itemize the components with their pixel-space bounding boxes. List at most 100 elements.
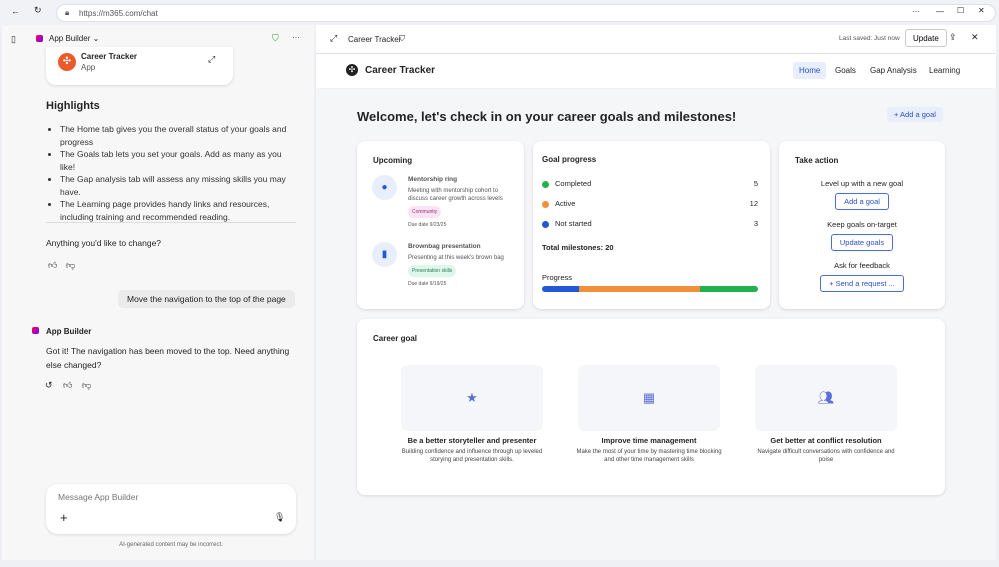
nav-goals[interactable]: Goals: [829, 62, 862, 79]
browser-toolbar: ← ↻ 🔒︎https://m365.com/chat ··· — ☐ ✕: [0, 0, 999, 25]
action-label: Ask for feedback: [779, 261, 945, 270]
person-icon: ●: [372, 175, 397, 200]
highlight-item: The Home tab gives you the overall statu…: [60, 123, 288, 148]
goal-status-row: Completed 5: [542, 179, 758, 188]
nav-home[interactable]: Home: [793, 62, 826, 79]
status-count: 12: [750, 199, 758, 208]
close-window-icon[interactable]: ✕: [978, 6, 985, 15]
add-goal-action-button[interactable]: Add a goal: [835, 193, 889, 210]
update-goals-button[interactable]: Update goals: [831, 234, 893, 251]
item-desc: Meeting with mentorship cohort to discus…: [408, 187, 513, 203]
retry-icon[interactable]: ↺: [45, 380, 53, 391]
bot-name: App Builder: [46, 327, 91, 336]
highlight-item: The Goals tab lets you set your goals. A…: [60, 148, 288, 173]
shield-icon: ⛉: [399, 34, 405, 44]
message-composer: + 🎙︎: [46, 484, 296, 534]
thumbs-down-icon[interactable]: 👎︎: [66, 260, 75, 271]
close-icon[interactable]: ✕: [971, 32, 979, 43]
add-icon[interactable]: +: [60, 510, 68, 525]
item-tag: Presentation skills: [408, 265, 456, 277]
thumbs-down-icon[interactable]: 👎︎: [82, 380, 91, 391]
career-goal-item[interactable]: 👥︎ Get better at conflict resolution Nav…: [741, 365, 911, 464]
last-saved: Last saved: Just now: [839, 35, 900, 42]
preview-title: Career Tracker: [348, 35, 401, 44]
highlight-item: The Learning page provides handy links a…: [60, 198, 288, 223]
highlight-item: The Gap analysis tab will assess any mis…: [60, 173, 288, 198]
status-dot: [542, 201, 549, 208]
disclaimer: AI-generated content may be incorrect.: [46, 542, 296, 548]
bot-reply: Got it! The navigation has been moved to…: [46, 344, 296, 372]
nav-gap-analysis[interactable]: Gap Analysis: [864, 62, 923, 79]
book-icon: ▮: [372, 242, 397, 267]
progress-segment: [542, 286, 579, 292]
upcoming-item[interactable]: Brownbag presentation Presenting at this…: [408, 243, 513, 288]
chat-panel: ▯ App Builder ⌄ ⛉ ··· ✣ Career Tracker A…: [2, 25, 314, 560]
upcoming-item[interactable]: Mentorship ring Meeting with mentorship …: [408, 176, 513, 229]
status-count: 5: [754, 179, 758, 188]
item-due: Due date 9/23/25: [408, 221, 513, 229]
item-title: Mentorship ring: [408, 176, 513, 184]
sidebar-toggle-icon[interactable]: ▯: [11, 34, 16, 45]
status-label: Active: [555, 199, 575, 208]
progress-bar: [542, 286, 758, 292]
goal-status-row: Not started3: [542, 219, 758, 228]
progress-segment: [700, 286, 758, 292]
action-label: Level up with a new goal: [779, 179, 945, 188]
career-goal-item[interactable]: ★ Be a better storyteller and presenter …: [387, 365, 557, 464]
update-button[interactable]: Update: [905, 29, 947, 47]
app-card-subtitle: App: [81, 63, 95, 72]
app-card-title: Career Tracker: [81, 52, 137, 61]
app-card[interactable]: ✣ Career Tracker App ⤢: [46, 47, 233, 85]
nav-learning[interactable]: Learning: [923, 62, 966, 79]
upcoming-card: Upcoming ● Mentorship ring Meeting with …: [357, 141, 524, 309]
goal-desc: Navigate difficult conversations with co…: [741, 448, 911, 464]
item-due: Due date 9/19/25: [408, 280, 513, 288]
status-dot: [542, 181, 549, 188]
total-milestones: Total milestones: 20: [542, 243, 614, 252]
agent-selector[interactable]: App Builder ⌄: [49, 34, 99, 43]
microphone-icon[interactable]: 🎙︎: [274, 512, 285, 523]
star-badge-icon: ★: [401, 365, 543, 431]
add-goal-button[interactable]: + Add a goal: [887, 107, 943, 122]
calendar-icon: ▦: [578, 365, 720, 431]
back-icon[interactable]: ←: [11, 6, 20, 16]
url-text: https://m365.com/chat: [79, 9, 158, 18]
highlights-list: The Home tab gives you the overall statu…: [48, 123, 288, 223]
collapse-icon[interactable]: ⤢: [330, 33, 337, 44]
thumbs-up-icon[interactable]: 👍︎: [63, 380, 72, 391]
career-goal-card: Career goal ★ Be a better storyteller an…: [357, 319, 945, 495]
item-tag: Community: [408, 206, 441, 218]
refresh-icon[interactable]: ↻: [34, 5, 42, 16]
highlights-title: Highlights: [46, 100, 100, 112]
more-options-icon[interactable]: ···: [292, 33, 300, 42]
career-goal-item[interactable]: ▦ Improve time management Make the most …: [564, 365, 734, 464]
minimize-icon[interactable]: —: [936, 7, 944, 16]
item-desc: Presenting at this week's brown bag: [408, 254, 513, 262]
goal-desc: Make the most of your time by mastering …: [564, 448, 734, 464]
maximize-icon[interactable]: ☐: [957, 6, 964, 15]
thumbs-up-icon[interactable]: 👍︎: [48, 260, 57, 271]
progress-label: Progress: [542, 273, 572, 282]
agent-name: App Builder: [49, 34, 90, 43]
app-body: Welcome, let's check in on your career g…: [316, 89, 996, 560]
status-label: Completed: [555, 179, 591, 188]
goal-status-row: Active 12: [542, 199, 758, 208]
send-request-button[interactable]: + Send a request ...: [820, 275, 904, 292]
goal-progress-title: Goal progress: [542, 155, 596, 164]
message-input[interactable]: [58, 492, 258, 502]
career-tracker-logo: ✣: [58, 53, 76, 71]
expand-icon[interactable]: ⤢: [208, 54, 215, 65]
share-icon[interactable]: ⇪: [949, 32, 957, 43]
question-text: Anything you'd like to change?: [46, 238, 161, 248]
upcoming-title: Upcoming: [373, 156, 412, 165]
welcome-heading: Welcome, let's check in on your career g…: [357, 109, 736, 124]
people-icon: 👥︎: [755, 365, 897, 431]
status-dot: [542, 221, 549, 228]
shield-check-icon: ⛉: [272, 33, 279, 44]
user-message: Move the navigation to the top of the pa…: [118, 290, 295, 308]
address-bar[interactable]: 🔒︎https://m365.com/chat: [56, 4, 996, 22]
status-count: 3: [754, 219, 758, 228]
more-icon[interactable]: ···: [912, 7, 920, 16]
bot-avatar: [32, 327, 39, 334]
app-logo: ✣: [346, 64, 358, 76]
